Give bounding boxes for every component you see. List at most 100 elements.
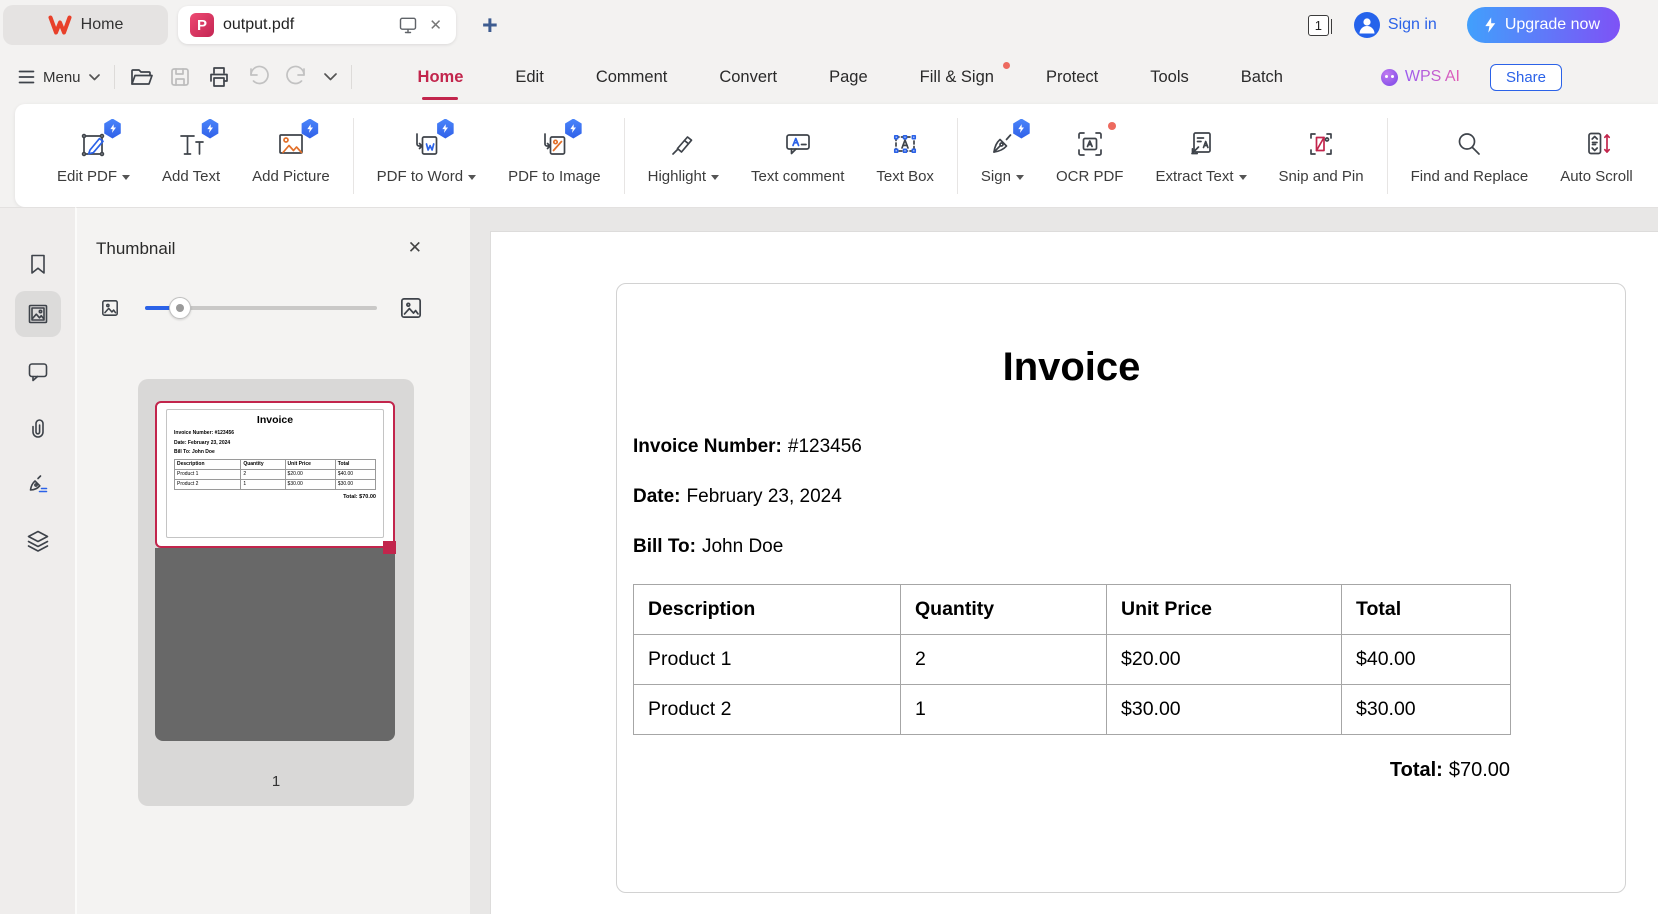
paperclip-icon bbox=[25, 415, 51, 441]
bookmark-icon bbox=[25, 251, 51, 277]
thumbnail-zoom-row bbox=[77, 294, 470, 322]
close-document-icon[interactable]: ✕ bbox=[427, 16, 444, 34]
invoice-fields: Invoice Number:#123456 Date:February 23,… bbox=[633, 434, 1510, 560]
comment-icon bbox=[25, 358, 51, 384]
document-tab-label: output.pdf bbox=[223, 16, 389, 34]
tab-fill-and-sign[interactable]: Fill & Sign bbox=[894, 50, 1020, 104]
search-icon bbox=[1453, 128, 1485, 160]
page-thumbnail-image: Invoice Invoice Number: #123456 Date: Fe… bbox=[155, 401, 395, 741]
invoice-container: Invoice Invoice Number:#123456 Date:Febr… bbox=[616, 283, 1626, 893]
layers-panel-button[interactable] bbox=[15, 518, 61, 564]
wps-ai-label: WPS AI bbox=[1405, 68, 1460, 86]
dropdown-caret bbox=[122, 175, 130, 180]
chevron-down-icon bbox=[89, 74, 100, 81]
invoice-title: Invoice bbox=[633, 344, 1510, 390]
zoom-out-image-icon[interactable] bbox=[99, 297, 121, 319]
attachments-panel-button[interactable] bbox=[15, 405, 61, 451]
hamburger-icon bbox=[18, 70, 35, 84]
text-comment-button[interactable]: Text comment bbox=[735, 127, 860, 185]
table-row: Product 2 1 $30.00 $30.00 bbox=[634, 685, 1511, 735]
upgrade-now-button[interactable]: Upgrade now bbox=[1467, 7, 1620, 43]
tab-comment[interactable]: Comment bbox=[570, 50, 694, 104]
save-icon[interactable] bbox=[168, 65, 192, 89]
edit-pdf-button[interactable]: Edit PDF bbox=[41, 127, 146, 185]
invoice-grand-total: Total:$70.00 bbox=[633, 759, 1510, 782]
signature-panel-button[interactable] bbox=[15, 461, 61, 507]
menubar: Menu Home Edit Comment Convert Page Fill… bbox=[0, 50, 1658, 104]
highlight-button[interactable]: Highlight bbox=[632, 127, 735, 185]
window-count-value: 1 bbox=[1308, 15, 1329, 36]
notification-dot bbox=[1003, 62, 1010, 69]
upgrade-now-label: Upgrade now bbox=[1505, 16, 1600, 34]
more-commands-icon[interactable] bbox=[324, 73, 337, 81]
invoice-billto-line: Bill To:John Doe bbox=[633, 534, 1510, 560]
thumbnail-size-slider[interactable] bbox=[145, 306, 377, 310]
extract-text-icon bbox=[1185, 128, 1217, 160]
window-list-button[interactable]: 1 bbox=[1308, 15, 1332, 36]
add-text-button[interactable]: Add Text bbox=[146, 127, 236, 185]
screen-share-icon[interactable] bbox=[398, 15, 418, 35]
invoice-date-line: Date:February 23, 2024 bbox=[633, 484, 1510, 510]
thumbnail-panel-button[interactable] bbox=[15, 291, 61, 337]
page-number-label: 1 bbox=[138, 773, 414, 790]
invoice-table: Description Quantity Unit Price Total Pr… bbox=[633, 584, 1511, 735]
menu-button[interactable]: Menu bbox=[18, 69, 100, 86]
bookmarks-panel-button[interactable] bbox=[15, 241, 61, 287]
tab-batch[interactable]: Batch bbox=[1215, 50, 1309, 104]
snip-and-pin-icon bbox=[1305, 128, 1337, 160]
home-launcher-tab[interactable]: Home bbox=[3, 5, 168, 45]
menu-label: Menu bbox=[43, 69, 81, 86]
layers-icon bbox=[25, 528, 51, 554]
ocr-pdf-button[interactable]: OCR PDF bbox=[1040, 127, 1140, 185]
pdf-to-image-button[interactable]: PDF to Image bbox=[492, 127, 617, 185]
highlight-icon bbox=[667, 128, 699, 160]
home-launcher-label: Home bbox=[81, 16, 124, 34]
slider-handle[interactable] bbox=[169, 297, 191, 319]
comments-panel-button[interactable] bbox=[15, 348, 61, 394]
open-file-icon[interactable] bbox=[129, 65, 153, 89]
add-picture-button[interactable]: Add Picture bbox=[236, 127, 346, 185]
redo-icon[interactable] bbox=[285, 65, 309, 89]
table-row: Product 1 2 $20.00 $40.00 bbox=[634, 635, 1511, 685]
signature-pen-icon bbox=[25, 471, 51, 497]
invoice-number-line: Invoice Number:#123456 bbox=[633, 434, 1510, 460]
panel-title: Thumbnail bbox=[96, 239, 175, 259]
titlebar: Home P output.pdf ✕ + 1 Sign in Upgrade … bbox=[0, 0, 1658, 50]
wps-ai-button[interactable]: WPS AI bbox=[1381, 68, 1460, 86]
zoom-in-image-icon[interactable] bbox=[397, 294, 425, 322]
panel-close-icon[interactable]: ✕ bbox=[408, 238, 422, 258]
notification-dot bbox=[1108, 122, 1116, 130]
document-viewport[interactable]: Invoice Invoice Number:#123456 Date:Febr… bbox=[470, 207, 1658, 914]
tab-protect[interactable]: Protect bbox=[1020, 50, 1124, 104]
tab-home[interactable]: Home bbox=[392, 50, 490, 104]
tab-tools[interactable]: Tools bbox=[1124, 50, 1215, 104]
page-thumbnail[interactable]: Invoice Invoice Number: #123456 Date: Fe… bbox=[138, 379, 414, 806]
tab-edit[interactable]: Edit bbox=[489, 50, 569, 104]
share-button[interactable]: Share bbox=[1490, 64, 1562, 91]
new-tab-button[interactable]: + bbox=[482, 12, 498, 39]
find-and-replace-button[interactable]: Find and Replace bbox=[1395, 127, 1545, 185]
ocr-pdf-icon bbox=[1074, 128, 1106, 160]
text-box-icon bbox=[889, 128, 921, 160]
ribbon-toolbar: Edit PDF Add Text Add Picture bbox=[15, 104, 1658, 207]
visible-region-indicator[interactable]: Invoice Invoice Number: #123456 Date: Fe… bbox=[155, 401, 395, 548]
auto-scroll-button[interactable]: Auto Scroll bbox=[1544, 127, 1649, 185]
extract-text-button[interactable]: Extract Text bbox=[1139, 127, 1262, 185]
pdf-page: Invoice Invoice Number:#123456 Date:Febr… bbox=[490, 231, 1658, 914]
dropdown-caret bbox=[1016, 175, 1024, 180]
dropdown-caret bbox=[711, 175, 719, 180]
snip-and-pin-button[interactable]: Snip and Pin bbox=[1263, 127, 1380, 185]
document-tab[interactable]: P output.pdf ✕ bbox=[178, 6, 456, 44]
sign-button[interactable]: Sign bbox=[965, 127, 1040, 185]
mini-invoice-preview: Invoice Invoice Number: #123456 Date: Fe… bbox=[166, 409, 384, 538]
undo-icon[interactable] bbox=[246, 65, 270, 89]
text-box-button[interactable]: Text Box bbox=[860, 127, 950, 185]
region-resize-handle[interactable] bbox=[383, 541, 396, 554]
tab-convert[interactable]: Convert bbox=[693, 50, 803, 104]
tab-page[interactable]: Page bbox=[803, 50, 894, 104]
sign-in-button[interactable]: Sign in bbox=[1354, 12, 1437, 38]
ribbon-tabs: Home Edit Comment Convert Page Fill & Si… bbox=[392, 50, 1309, 104]
pdf-file-icon: P bbox=[190, 13, 214, 37]
pdf-to-word-button[interactable]: PDF to Word bbox=[361, 127, 492, 185]
print-icon[interactable] bbox=[207, 65, 231, 89]
